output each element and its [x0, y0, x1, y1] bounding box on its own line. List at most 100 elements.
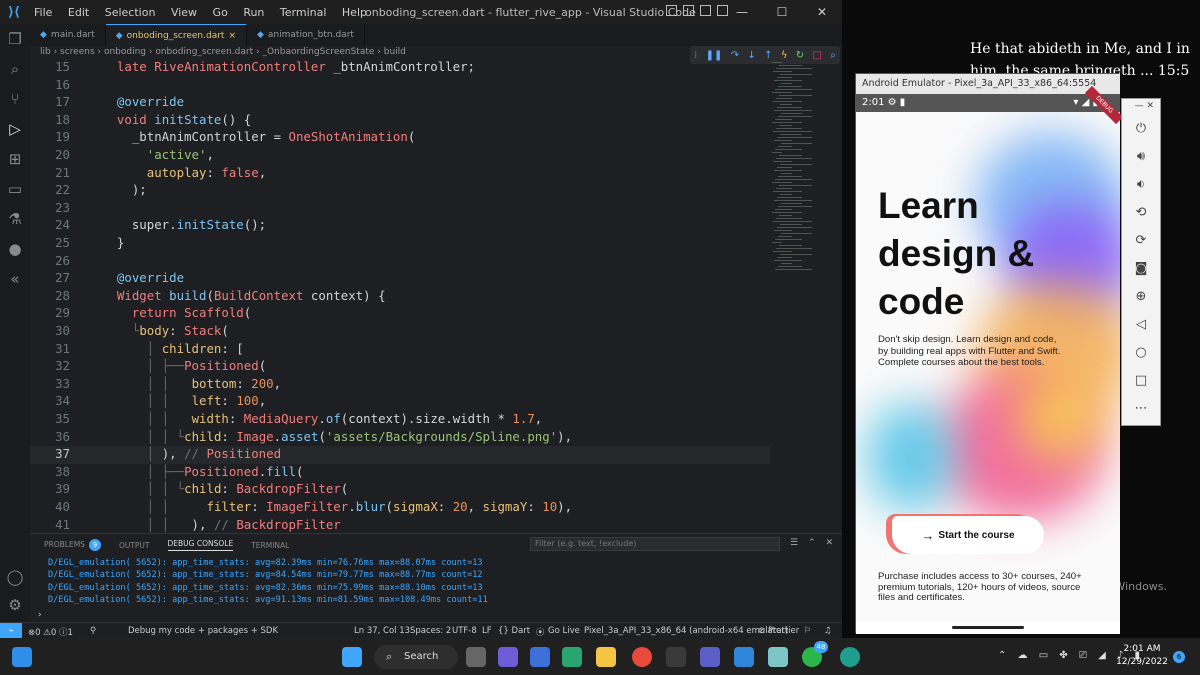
go-live-button[interactable]: Go Live — [548, 626, 580, 636]
console-prompt-icon[interactable]: › — [38, 610, 42, 620]
menu-terminal[interactable]: Terminal — [274, 6, 333, 19]
account-icon[interactable]: ◯ — [6, 568, 24, 586]
source-control-icon[interactable]: ⑂ — [6, 90, 24, 108]
code-line[interactable]: 15 late RiveAnimationController _btnAnim… — [30, 59, 770, 77]
code-line[interactable]: 41 │ │ ), // BackdropFilter — [30, 517, 770, 535]
maximize-panel-icon[interactable]: ⌃ — [808, 538, 816, 548]
zoom-icon[interactable]: ⊕ — [1122, 289, 1160, 304]
emulator-title-bar[interactable]: Android Emulator - Pixel_3a_API_33_x86_6… — [856, 74, 1120, 94]
notification-badge[interactable]: 6 — [1173, 651, 1185, 663]
remote-explorer-icon[interactable]: ▭ — [6, 180, 24, 198]
edge-icon[interactable] — [562, 647, 582, 667]
code-line[interactable]: 35 │ │ width: MediaQuery.of(context).siz… — [30, 411, 770, 429]
line-ending[interactable]: LF — [482, 626, 492, 636]
menu-go[interactable]: Go — [207, 6, 234, 19]
tab-animation-btn-dart[interactable]: ◆ animation_btn.dart — [247, 24, 365, 46]
code-line[interactable]: 40 │ │ filter: ImageFilter.blur(sigmaX: … — [30, 499, 770, 517]
volume-up-icon[interactable]: 🔊︎ — [1122, 149, 1160, 164]
maximize-icon[interactable]: ☐ — [762, 0, 802, 24]
code-line[interactable]: 37 │ ), // Positioned — [30, 446, 770, 464]
task-view-icon[interactable] — [466, 647, 486, 667]
back-icon[interactable]: ◁ — [1122, 317, 1160, 332]
overview-icon[interactable]: □ — [1122, 373, 1160, 388]
indentation[interactable]: Spaces: 2 — [410, 626, 451, 636]
chrome-icon[interactable] — [632, 647, 652, 667]
inspect-icon[interactable]: ⌕ — [830, 50, 836, 61]
store-icon[interactable] — [530, 647, 550, 667]
file-explorer-icon[interactable] — [596, 647, 616, 667]
code-line[interactable]: 20 'active', — [30, 147, 770, 165]
desktop-app-icon[interactable] — [12, 647, 32, 667]
notifications-icon[interactable]: ♫ — [824, 626, 832, 636]
power-icon[interactable]: ⏻ — [1122, 121, 1160, 136]
toggle-sidebar-icon[interactable] — [666, 5, 677, 16]
debug-config-status[interactable]: Debug my code + packages + SDK — [128, 626, 278, 636]
code-line[interactable]: 27 @override — [30, 270, 770, 288]
taskbar-clock[interactable]: 2:01 AM 12/29/2022 — [1114, 643, 1170, 669]
code-line[interactable]: 19 _btnAnimController = OneShotAnimation… — [30, 129, 770, 147]
github-icon[interactable]: ● — [6, 240, 24, 258]
chat-icon[interactable] — [498, 647, 518, 667]
hot-reload-icon[interactable]: ϟ — [781, 50, 788, 61]
tab-problems[interactable]: PROBLEMS 9 — [44, 539, 101, 551]
more-icon[interactable]: ⋯ — [1122, 401, 1160, 416]
teams-icon[interactable] — [700, 647, 720, 667]
tab-onboding-screen-dart[interactable]: ◆ onboding_screen.dart × — [105, 24, 247, 46]
toggle-panel-icon[interactable] — [683, 5, 694, 16]
code-line[interactable]: 38 │ ├──Positioned.fill( — [30, 464, 770, 482]
code-line[interactable]: 32 │ ├──Positioned( — [30, 358, 770, 376]
code-line[interactable]: 29 return Scaffold( — [30, 305, 770, 323]
problems-status[interactable]: ⊗0 ⚠0 ⓘ1 — [28, 626, 73, 638]
tab-terminal[interactable]: TERMINAL — [251, 541, 289, 550]
code-line[interactable]: 33 │ │ bottom: 200, — [30, 376, 770, 394]
menu-view[interactable]: View — [165, 6, 203, 19]
code-line[interactable]: 28 Widget build(BuildContext context) { — [30, 288, 770, 306]
toggle-secondary-sidebar-icon[interactable] — [700, 5, 711, 16]
explorer-icon[interactable]: ❐ — [6, 30, 24, 48]
clear-console-icon[interactable]: ☰ — [790, 538, 798, 548]
minimize-icon[interactable]: — — [722, 0, 762, 24]
code-editor[interactable]: 15 late RiveAnimationController _btnAnim… — [30, 59, 770, 532]
menu-file[interactable]: File — [28, 6, 58, 19]
close-panel-icon[interactable]: ✕ — [826, 538, 834, 548]
rotate-left-icon[interactable]: ⟲ — [1122, 205, 1160, 220]
tab-debug-console[interactable]: DEBUG CONSOLE — [167, 539, 234, 551]
feedback-icon[interactable]: ⚐ — [804, 626, 812, 636]
code-line[interactable]: 21 autoplay: false, — [30, 165, 770, 183]
cursor-position[interactable]: Ln 37, Col 13 — [354, 626, 410, 636]
encoding[interactable]: UTF-8 — [452, 626, 477, 636]
minimap[interactable] — [772, 62, 822, 272]
start-icon[interactable] — [342, 647, 362, 667]
code-line[interactable]: 34 │ │ left: 100, — [30, 393, 770, 411]
volume-down-icon[interactable]: 🔉︎ — [1122, 177, 1160, 192]
language-mode[interactable]: {} Dart — [498, 626, 530, 636]
code-line[interactable]: 26 — [30, 253, 770, 271]
code-line[interactable]: 36 │ │ └child: Image.asset('assets/Backg… — [30, 429, 770, 447]
code-line[interactable]: 23 — [30, 200, 770, 218]
menu-run[interactable]: Run — [237, 6, 270, 19]
code-line[interactable]: 39 │ │ └child: BackdropFilter( — [30, 481, 770, 499]
emulator-close-icon[interactable]: — ✕ — [1122, 101, 1160, 111]
stop-icon[interactable]: □ — [812, 50, 821, 61]
code-line[interactable]: 31 │ children: [ — [30, 341, 770, 359]
code-line[interactable]: 22 ); — [30, 182, 770, 200]
code-line[interactable]: 17 @override — [30, 94, 770, 112]
home-gesture-pill[interactable] — [952, 626, 1024, 629]
extensions-icon[interactable]: ⊞ — [6, 150, 24, 168]
close-icon[interactable]: ✕ — [802, 0, 842, 24]
start-course-button[interactable]: → Start the course — [892, 516, 1044, 554]
search-icon[interactable]: ⌕ — [6, 60, 24, 78]
run-debug-icon[interactable]: ▷ — [6, 120, 24, 138]
tab-output[interactable]: OUTPUT — [119, 541, 150, 550]
whatsapp-icon[interactable]: 48 — [802, 641, 828, 667]
emulator-taskbar-icon[interactable] — [840, 647, 860, 667]
code-line[interactable]: 18 void initState() { — [30, 112, 770, 130]
remote-indicator-icon[interactable]: ⌁ — [0, 623, 22, 638]
code-line[interactable]: 25 } — [30, 235, 770, 253]
taskbar-search[interactable]: ⌕ Search — [374, 645, 458, 669]
settings-gear-icon[interactable]: ⚙ — [6, 596, 24, 614]
menu-selection[interactable]: Selection — [99, 6, 162, 19]
camera-icon[interactable]: ◙ — [1122, 261, 1160, 276]
code-line[interactable]: 30 └body: Stack( — [30, 323, 770, 341]
android-studio-icon[interactable] — [768, 647, 788, 667]
